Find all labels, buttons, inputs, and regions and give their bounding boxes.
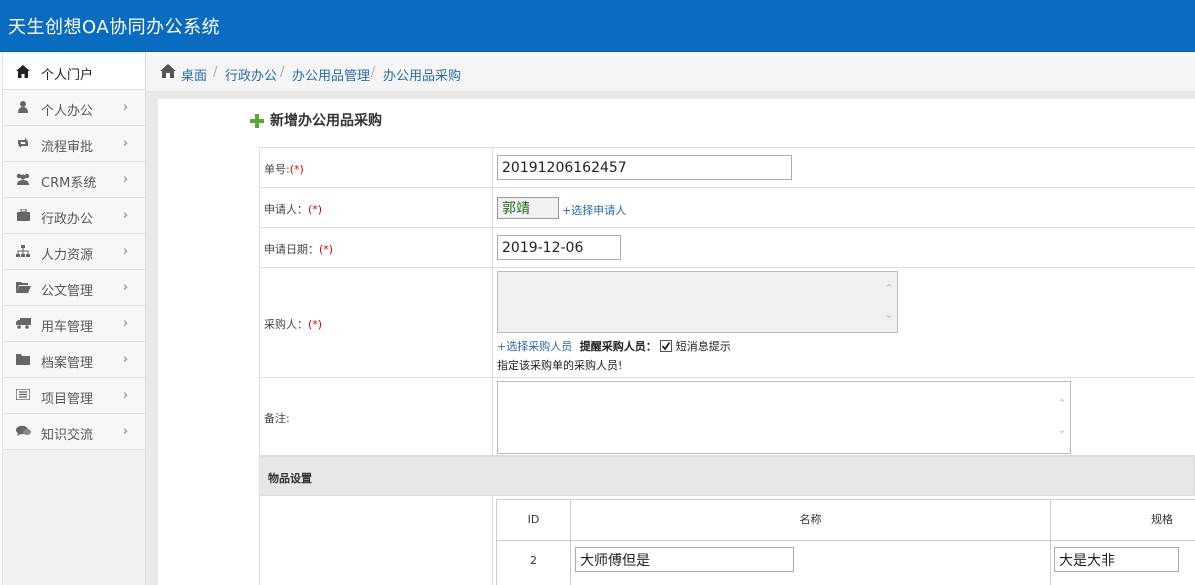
- top-bar: 天生创想OA协同办公系统: [0, 0, 1195, 52]
- sidebar-item-label: 项目管理: [41, 392, 94, 407]
- sidebar-item-archives[interactable]: 档案管理 ›: [3, 342, 145, 378]
- breadcrumb-separator: /: [371, 65, 376, 80]
- folder-open-icon: [15, 281, 31, 295]
- sms-label: 短消息提示: [675, 340, 731, 353]
- truck-icon: [15, 317, 31, 331]
- remind-buyer-label: 提醒采购人员：: [579, 340, 657, 353]
- breadcrumb-desktop[interactable]: 桌面: [181, 65, 207, 84]
- form-row-date: 申请日期：(*): [259, 228, 1195, 268]
- col-header-id: ID: [497, 500, 571, 541]
- breadcrumb-separator: /: [280, 65, 285, 80]
- label-cell: 采购人：(*): [260, 268, 493, 377]
- item-id: 2: [497, 541, 571, 585]
- label-cell: 单号:(*): [260, 148, 493, 187]
- home-icon: [15, 65, 31, 79]
- sidebar-item-label: 个人门户: [41, 68, 94, 83]
- remark-label: 备注:: [264, 412, 290, 425]
- item-name-input[interactable]: [575, 547, 794, 572]
- breadcrumb-admin[interactable]: 行政办公: [225, 65, 277, 84]
- sidebar-item-workflow[interactable]: 流程审批 ›: [3, 126, 145, 162]
- chevron-right-icon: ›: [123, 316, 129, 331]
- label-cell: [260, 496, 493, 585]
- chevron-right-icon: ›: [123, 388, 129, 403]
- applicant-input[interactable]: [497, 197, 559, 219]
- breadcrumb-separator: /: [213, 65, 218, 80]
- sidebar-item-vehicles[interactable]: 用车管理 ›: [3, 306, 145, 342]
- chevron-right-icon: ›: [123, 100, 129, 115]
- item-name-cell: [571, 541, 1051, 585]
- sidebar-item-label: 公文管理: [41, 284, 94, 299]
- label-cell: 备注:: [260, 378, 493, 455]
- form-row-remark: 备注: ⌃ ⌄: [259, 378, 1195, 456]
- sitemap-icon: [15, 245, 31, 259]
- buyer-options: +选择采购人员 提醒采购人员： 短消息提示: [497, 338, 731, 354]
- sidebar: 个人门户 个人办公 › 流程审批 › CRM系统 › 行政办公 › 人力资源 ›: [0, 52, 146, 585]
- retweet-icon: [15, 137, 31, 151]
- group-icon: [15, 173, 31, 187]
- items-table: ID 名称 规格 2: [496, 499, 1195, 585]
- chevron-right-icon: ›: [123, 136, 129, 151]
- chevron-right-icon: ›: [123, 172, 129, 187]
- col-header-name: 名称: [571, 500, 1051, 541]
- buyer-label: 采购人：(*): [264, 318, 323, 331]
- chevron-right-icon: ›: [123, 424, 129, 439]
- sidebar-item-portal[interactable]: 个人门户: [3, 54, 145, 90]
- sidebar-item-knowledge[interactable]: 知识交流 ›: [3, 414, 145, 450]
- sidebar-item-documents[interactable]: 公文管理 ›: [3, 270, 145, 306]
- sidebar-item-hr[interactable]: 人力资源 ›: [3, 234, 145, 270]
- date-input[interactable]: [497, 235, 621, 260]
- plus-icon: [250, 114, 264, 128]
- breadcrumb-purchase[interactable]: 办公用品采购: [383, 65, 461, 84]
- chevron-right-icon: ›: [123, 352, 129, 367]
- select-applicant-link[interactable]: +选择申请人: [562, 202, 626, 218]
- form-row-buyer: 采购人：(*) ⌃ ⌄ +选择采购人员 提醒采购人员： 短消息提示 指定该采购单的…: [259, 268, 1195, 378]
- sidebar-item-crm[interactable]: CRM系统 ›: [3, 162, 145, 198]
- number-input[interactable]: [497, 155, 792, 180]
- sidebar-item-label: 行政办公: [41, 212, 94, 227]
- briefcase-icon: [15, 208, 31, 223]
- sidebar-item-admin[interactable]: 行政办公 ›: [3, 198, 145, 234]
- col-header-spec: 规格: [1051, 500, 1195, 541]
- list-icon: [15, 388, 31, 403]
- sidebar-item-label: 用车管理: [41, 320, 94, 335]
- applicant-label: 申请人：(*): [264, 203, 323, 216]
- form-row-number: 单号:(*): [259, 147, 1195, 188]
- chevron-right-icon: ›: [123, 244, 129, 259]
- sms-checkbox[interactable]: [660, 340, 673, 352]
- item-spec-input[interactable]: [1054, 547, 1179, 572]
- sidebar-item-label: 档案管理: [41, 356, 94, 371]
- sidebar-item-label: 人力资源: [41, 248, 94, 263]
- sidebar-item-label: 流程审批: [41, 140, 94, 155]
- item-spec-cell: [1051, 541, 1195, 585]
- form-row-applicant: 申请人：(*) +选择申请人: [259, 188, 1195, 228]
- chevron-right-icon: ›: [123, 280, 129, 295]
- buyer-hint: 指定该采购单的采购人员!: [497, 359, 623, 372]
- breadcrumb: 桌面 / 行政办公 / 办公用品管理 / 办公用品采购: [146, 52, 1195, 92]
- select-buyer-link[interactable]: +选择采购人员: [497, 340, 572, 353]
- app-title: 天生创想OA协同办公系统: [8, 17, 221, 38]
- remark-textarea[interactable]: ⌃ ⌄: [497, 381, 1071, 454]
- sidebar-item-label: 知识交流: [41, 428, 94, 443]
- number-label: 单号:(*): [264, 163, 304, 176]
- buyer-textarea[interactable]: ⌃ ⌄: [497, 271, 898, 333]
- breadcrumb-supplies[interactable]: 办公用品管理: [292, 65, 370, 84]
- items-section-header: 物品设置: [259, 456, 1195, 496]
- folder-icon: [15, 353, 31, 367]
- home-icon[interactable]: [160, 64, 176, 81]
- items-section-title: 物品设置: [268, 472, 312, 485]
- date-label: 申请日期：(*): [264, 243, 334, 256]
- form-title: 新增办公用品采购: [270, 113, 382, 129]
- label-cell: 申请日期：(*): [260, 228, 493, 267]
- sidebar-item-label: CRM系统: [41, 176, 97, 191]
- user-icon: [15, 101, 31, 115]
- label-cell: 申请人：(*): [260, 188, 493, 227]
- comments-icon: [15, 425, 31, 439]
- sidebar-item-projects[interactable]: 项目管理 ›: [3, 378, 145, 414]
- scrollbar[interactable]: ⌃ ⌄: [883, 276, 895, 328]
- scrollbar[interactable]: ⌃ ⌄: [1056, 391, 1068, 443]
- chevron-right-icon: ›: [123, 208, 129, 223]
- sidebar-item-personal[interactable]: 个人办公 ›: [3, 90, 145, 126]
- sidebar-item-label: 个人办公: [41, 104, 94, 119]
